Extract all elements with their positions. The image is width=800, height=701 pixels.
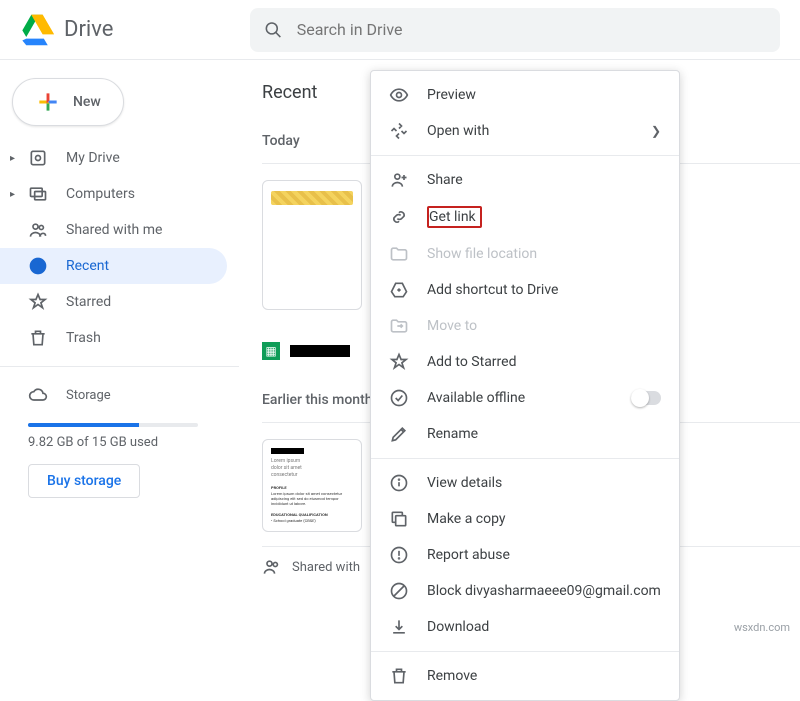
sidebar-item-label: Shared with me: [66, 222, 162, 238]
star-icon: [28, 292, 48, 312]
eye-icon: [389, 85, 409, 105]
ctx-label: Remove: [427, 668, 477, 684]
ctx-label: Share: [427, 172, 463, 188]
new-button-label: New: [73, 94, 101, 110]
ctx-open-with[interactable]: Open with ❯: [371, 113, 679, 149]
offline-toggle[interactable]: [631, 391, 661, 405]
ctx-block[interactable]: Block divyasharmaeee09@gmail.com: [371, 573, 679, 609]
open-with-icon: [389, 121, 409, 141]
star-icon: [389, 352, 409, 372]
sidebar-item-storage[interactable]: Storage: [0, 377, 239, 413]
sidebar-item-shared[interactable]: Shared with me: [0, 212, 227, 248]
info-icon: [389, 473, 409, 493]
plus-icon: [35, 89, 61, 115]
sidebar-item-label: Starred: [66, 294, 111, 310]
shared-with-label: Shared with: [292, 560, 360, 575]
computers-icon: [28, 184, 48, 204]
trash-icon: [389, 666, 409, 686]
ctx-view-details[interactable]: View details: [371, 465, 679, 501]
pencil-icon: [389, 424, 409, 444]
folder-move-icon: [389, 316, 409, 336]
search-bar[interactable]: [250, 8, 780, 52]
logo-area[interactable]: Drive: [0, 13, 250, 47]
search-input[interactable]: [297, 20, 766, 39]
sidebar-item-computers[interactable]: Computers: [0, 176, 227, 212]
ctx-label: Available offline: [427, 390, 525, 406]
app-header: Drive: [0, 0, 800, 60]
folder-icon: [389, 244, 409, 264]
drive-shortcut-icon: [389, 280, 409, 300]
file-thumbnail-doc[interactable]: Lorem ipsumdolor sit ametconsectetur PRO…: [262, 439, 362, 532]
app-name: Drive: [64, 17, 113, 42]
cloud-icon: [28, 385, 48, 405]
new-button[interactable]: New: [12, 78, 124, 126]
file-name-redacted: [290, 345, 350, 357]
sidebar-item-trash[interactable]: Trash: [0, 320, 227, 356]
link-icon: [389, 207, 409, 227]
clock-icon: [28, 256, 48, 276]
warning-icon: [389, 545, 409, 565]
sidebar-divider: [0, 366, 239, 367]
ctx-separator: [371, 155, 679, 156]
storage-bar: [28, 423, 198, 427]
drive-logo-icon: [20, 13, 54, 47]
context-menu: Preview Open with ❯ Share Get link Show …: [370, 70, 680, 701]
watermark: wsxdn.com: [734, 621, 790, 634]
ctx-move-to: Move to: [371, 308, 679, 344]
ctx-separator: [371, 651, 679, 652]
thumbnail-content: [271, 191, 353, 205]
ctx-available-offline[interactable]: Available offline: [371, 380, 679, 416]
sidebar-item-label: Computers: [66, 186, 135, 202]
file-thumbnail[interactable]: [262, 180, 362, 310]
sidebar: New My Drive Computers Shared with me Re…: [0, 60, 240, 640]
sidebar-item-label: My Drive: [66, 150, 120, 166]
my-drive-icon: [28, 148, 48, 168]
ctx-label: Report abuse: [427, 547, 510, 563]
ctx-get-link[interactable]: Get link: [371, 198, 679, 236]
search-icon: [264, 20, 283, 40]
sidebar-item-starred[interactable]: Starred: [0, 284, 227, 320]
storage-used-text: 9.82 GB of 15 GB used: [0, 435, 239, 450]
offline-icon: [389, 388, 409, 408]
buy-storage-button[interactable]: Buy storage: [28, 464, 140, 498]
ctx-add-shortcut[interactable]: Add shortcut to Drive: [371, 272, 679, 308]
ctx-label: Rename: [427, 426, 478, 442]
ctx-make-copy[interactable]: Make a copy: [371, 501, 679, 537]
ctx-label: View details: [427, 475, 502, 491]
get-link-highlight: Get link: [427, 206, 482, 228]
ctx-remove[interactable]: Remove: [371, 658, 679, 694]
ctx-label: Open with: [427, 123, 489, 139]
storage-label: Storage: [66, 388, 111, 403]
ctx-separator: [371, 458, 679, 459]
sidebar-item-my-drive[interactable]: My Drive: [0, 140, 227, 176]
shared-icon: [28, 220, 48, 240]
ctx-share[interactable]: Share: [371, 162, 679, 198]
ctx-label: Download: [427, 619, 489, 635]
storage-fill: [28, 423, 139, 427]
ctx-label: Get link: [429, 209, 476, 225]
ctx-add-starred[interactable]: Add to Starred: [371, 344, 679, 380]
sidebar-item-label: Trash: [66, 330, 101, 346]
shared-icon: [262, 557, 282, 577]
ctx-label: Move to: [427, 318, 477, 334]
ctx-report-abuse[interactable]: Report abuse: [371, 537, 679, 573]
trash-icon: [28, 328, 48, 348]
sidebar-item-label: Recent: [66, 258, 109, 274]
copy-icon: [389, 509, 409, 529]
download-icon: [389, 617, 409, 637]
ctx-show-location: Show file location: [371, 236, 679, 272]
sidebar-item-recent[interactable]: Recent: [0, 248, 227, 284]
person-add-icon: [389, 170, 409, 190]
ctx-label: Make a copy: [427, 511, 506, 527]
ctx-preview[interactable]: Preview: [371, 77, 679, 113]
ctx-label: Show file location: [427, 246, 537, 262]
sheets-icon: [262, 342, 280, 360]
ctx-label: Preview: [427, 87, 476, 103]
ctx-label: Add to Starred: [427, 354, 516, 370]
block-icon: [389, 581, 409, 601]
ctx-rename[interactable]: Rename: [371, 416, 679, 452]
ctx-label: Block divyasharmaeee09@gmail.com: [427, 583, 661, 599]
ctx-label: Add shortcut to Drive: [427, 282, 558, 298]
chevron-right-icon: ❯: [651, 124, 661, 138]
